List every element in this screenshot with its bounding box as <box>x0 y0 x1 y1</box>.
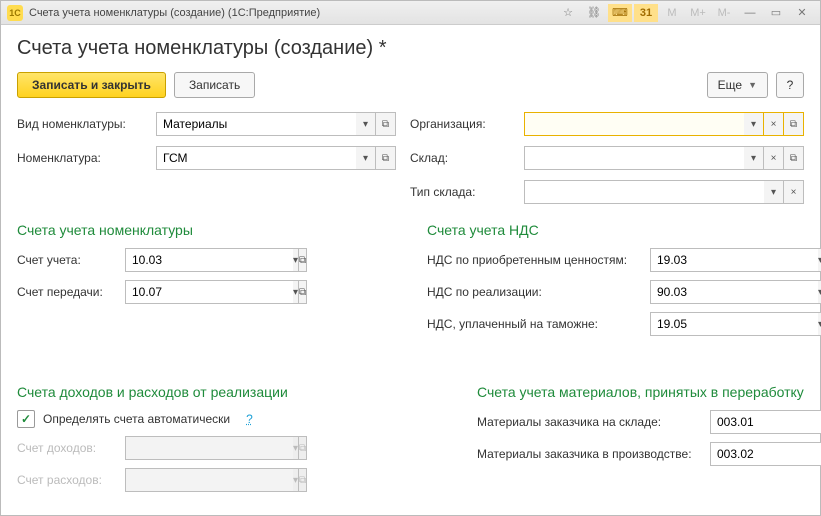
save-button[interactable]: Записать <box>174 72 255 98</box>
toolbar: Записать и закрыть Записать Еще ▼ ? <box>17 72 804 98</box>
vat-sales-field[interactable]: ▾ ⧉ <box>650 280 750 304</box>
auto-detect-label: Определять счета автоматически <box>43 412 230 426</box>
organization-input[interactable] <box>524 112 744 136</box>
vat-customs-label: НДС, уплаченный на таможне: <box>427 317 642 331</box>
more-button[interactable]: Еще ▼ <box>707 72 768 98</box>
nomenclature-field[interactable]: ▾ ⧉ <box>156 146 396 170</box>
income-input <box>125 436 293 460</box>
vat-purchased-label: НДС по приобретенным ценностям: <box>427 253 642 267</box>
income-expense-title: Счета доходов и расходов от реализации <box>17 384 437 400</box>
vat-purchased-input[interactable] <box>650 248 818 272</box>
materials-production-input[interactable] <box>710 442 821 466</box>
open-icon: ⧉ <box>299 436 307 460</box>
vat-sales-input[interactable] <box>650 280 818 304</box>
account-input[interactable] <box>125 248 293 272</box>
dropdown-icon[interactable]: ▾ <box>356 112 376 136</box>
materials-production-label: Материалы заказчика в производстве: <box>477 447 702 461</box>
app-window: 1C Счета учета номенклатуры (создание) (… <box>0 0 821 516</box>
app-icon: 1C <box>7 5 23 21</box>
page-title: Счета учета номенклатуры (создание) * <box>17 37 804 60</box>
nomenclature-type-input[interactable] <box>156 112 356 136</box>
save-close-button[interactable]: Записать и закрыть <box>17 72 166 98</box>
dropdown-icon[interactable]: ▾ <box>744 146 764 170</box>
calculator-icon[interactable]: ⌨ <box>608 4 632 22</box>
window-title: Счета учета номенклатуры (создание) (1С:… <box>29 7 320 19</box>
expense-label: Счет расходов: <box>17 473 117 487</box>
vat-customs-input[interactable] <box>650 312 818 336</box>
clear-icon[interactable]: × <box>764 112 784 136</box>
expense-input <box>125 468 293 492</box>
help-button[interactable]: ? <box>776 72 804 98</box>
close-icon[interactable]: ✕ <box>790 4 814 22</box>
nomenclature-type-field[interactable]: ▾ ⧉ <box>156 112 396 136</box>
materials-section-title: Счета учета материалов, принятых в перер… <box>477 384 820 400</box>
warehouse-label: Склад: <box>410 151 510 165</box>
maximize-icon[interactable]: ▭ <box>764 4 788 22</box>
minimize-icon[interactable]: — <box>738 4 762 22</box>
warehouse-type-input[interactable] <box>524 180 764 204</box>
open-icon[interactable]: ⧉ <box>784 146 804 170</box>
chevron-down-icon: ▼ <box>748 80 757 90</box>
help-link-icon[interactable]: ? <box>246 412 253 426</box>
nomenclature-label: Номенклатура: <box>17 151 142 165</box>
warehouse-type-field[interactable]: ▾ × <box>524 180 804 204</box>
calendar-icon[interactable]: 31 <box>634 4 658 22</box>
open-icon[interactable]: ⧉ <box>376 112 396 136</box>
memory-m-icon[interactable]: M <box>660 4 684 22</box>
warehouse-field[interactable]: ▾ × ⧉ <box>524 146 804 170</box>
income-label: Счет доходов: <box>17 441 117 455</box>
materials-production-field[interactable]: ▾ ⧉ <box>710 442 820 466</box>
vat-purchased-field[interactable]: ▾ ⧉ <box>650 248 750 272</box>
auto-detect-checkbox[interactable] <box>17 410 35 428</box>
open-icon[interactable]: ⧉ <box>299 280 307 304</box>
vat-section-title: Счета учета НДС <box>427 222 804 238</box>
open-icon[interactable]: ⧉ <box>784 112 804 136</box>
bottom-columns: Счета доходов и расходов от реализации О… <box>17 366 804 500</box>
vat-sales-label: НДС по реализации: <box>427 285 642 299</box>
vat-customs-field[interactable]: ▾ ⧉ <box>650 312 750 336</box>
transfer-field[interactable]: ▾ ⧉ <box>125 280 225 304</box>
warehouse-type-label: Тип склада: <box>410 185 510 199</box>
header-fields: Вид номенклатуры: ▾ ⧉ Организация: ▾ × ⧉… <box>17 112 804 204</box>
open-icon[interactable]: ⧉ <box>376 146 396 170</box>
memory-mplus-icon[interactable]: M+ <box>686 4 710 22</box>
organization-field[interactable]: ▾ × ⧉ <box>524 112 804 136</box>
memory-mminus-icon[interactable]: M- <box>712 4 736 22</box>
middle-columns: Счета учета номенклатуры Счет учета: ▾ ⧉… <box>17 204 804 344</box>
content-area: Счета учета номенклатуры (создание) * За… <box>1 25 820 516</box>
accounts-section-title: Счета учета номенклатуры <box>17 222 387 238</box>
chain-icon[interactable]: ⛓ <box>582 4 606 22</box>
favorite-icon[interactable]: ☆ <box>556 4 580 22</box>
dropdown-icon[interactable]: ▾ <box>356 146 376 170</box>
expense-field: ▾ ⧉ <box>125 468 225 492</box>
account-field[interactable]: ▾ ⧉ <box>125 248 225 272</box>
clear-icon[interactable]: × <box>784 180 804 204</box>
nomenclature-input[interactable] <box>156 146 356 170</box>
materials-warehouse-label: Материалы заказчика на складе: <box>477 415 702 429</box>
open-icon[interactable]: ⧉ <box>299 248 307 272</box>
warehouse-input[interactable] <box>524 146 744 170</box>
transfer-label: Счет передачи: <box>17 285 117 299</box>
open-icon: ⧉ <box>299 468 307 492</box>
clear-icon[interactable]: × <box>764 146 784 170</box>
nomenclature-type-label: Вид номенклатуры: <box>17 117 142 131</box>
income-field: ▾ ⧉ <box>125 436 225 460</box>
dropdown-icon[interactable]: ▾ <box>764 180 784 204</box>
titlebar: 1C Счета учета номенклатуры (создание) (… <box>1 1 820 25</box>
transfer-input[interactable] <box>125 280 293 304</box>
more-button-label: Еще <box>718 78 742 92</box>
account-label: Счет учета: <box>17 253 117 267</box>
dropdown-icon[interactable]: ▾ <box>744 112 764 136</box>
materials-warehouse-input[interactable] <box>710 410 821 434</box>
materials-warehouse-field[interactable]: ▾ ⧉ <box>710 410 820 434</box>
organization-label: Организация: <box>410 117 510 131</box>
